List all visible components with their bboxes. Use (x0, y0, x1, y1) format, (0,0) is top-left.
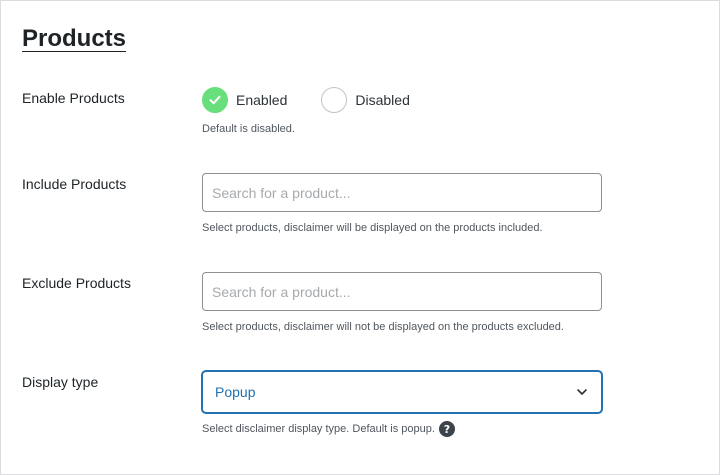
settings-panel: Products Enable Products Enabled Disable… (0, 0, 720, 475)
display-type-description: Select disclaimer display type. Default … (202, 423, 435, 435)
display-type-label: Display type (22, 374, 99, 390)
page-title: Products (22, 25, 127, 52)
radio-enabled-label: Enabled (236, 92, 288, 108)
exclude-products-search-input[interactable] (202, 272, 602, 311)
enable-products-label: Enable Products (22, 90, 125, 106)
display-type-description-row: Select disclaimer display type. Default … (202, 421, 455, 437)
check-icon (209, 95, 221, 105)
display-type-select[interactable]: Popup (202, 371, 602, 413)
enable-products-radio-group: Enabled Disabled (202, 87, 444, 113)
include-products-label: Include Products (22, 176, 127, 192)
radio-enabled[interactable]: Enabled (202, 87, 287, 113)
include-products-search-input[interactable] (202, 173, 602, 212)
radio-disabled-indicator[interactable] (321, 87, 348, 113)
radio-enabled-indicator[interactable] (202, 87, 228, 113)
exclude-products-label: Exclude Products (22, 275, 131, 291)
radio-disabled-label: Disabled (355, 92, 410, 108)
include-products-description: Select products, disclaimer will be disp… (202, 222, 543, 234)
help-icon[interactable]: ? (438, 421, 455, 437)
enable-products-description: Default is disabled. (202, 123, 295, 135)
chevron-down-icon[interactable] (575, 385, 589, 399)
radio-disabled[interactable]: Disabled (321, 87, 410, 113)
exclude-products-description: Select products, disclaimer will not be … (202, 321, 564, 333)
display-type-selected-value: Popup (215, 384, 256, 400)
